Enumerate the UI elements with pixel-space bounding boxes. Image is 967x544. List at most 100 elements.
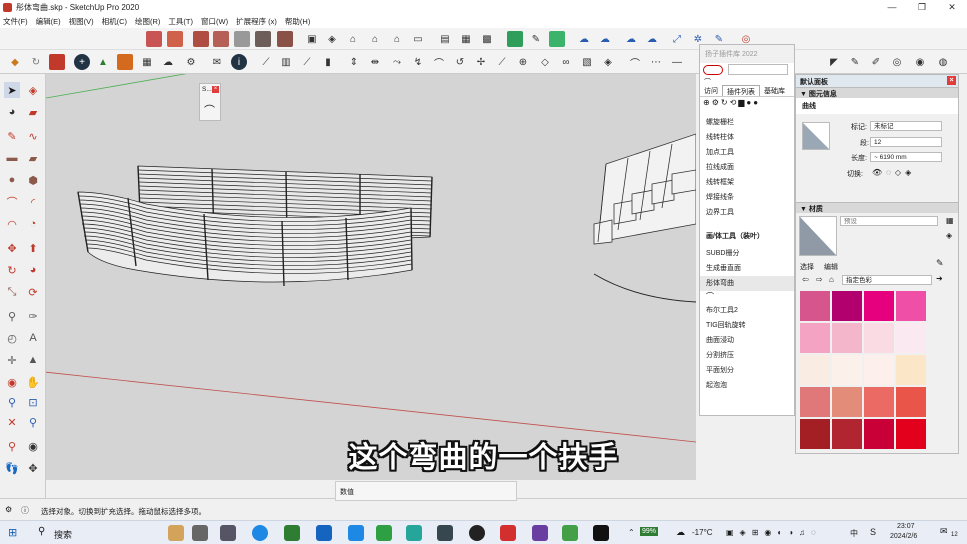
app-icon[interactable] [376,525,392,541]
plugin-item[interactable]: 螺旋栅栏 [700,115,794,130]
refresh-icon[interactable]: ↻ [28,54,44,70]
app-icon[interactable] [406,525,422,541]
app-icon[interactable] [469,525,485,541]
material-swatch[interactable] [800,355,830,385]
target-icon[interactable]: ◉ [912,54,928,70]
arc-tool-icon[interactable]: ⌒ [4,194,20,210]
grid-icon[interactable]: ▦ [458,31,474,47]
arc-icon[interactable]: ⌒ [627,54,643,70]
edge-icon[interactable] [252,525,268,541]
entity-info-header[interactable]: ▼ 图元信息 [796,87,958,98]
diamond-icon[interactable]: ◇ [537,54,553,70]
plugin-item[interactable]: 布尔工具2 [700,303,794,318]
circle-tool-icon[interactable]: ● [4,172,20,188]
follow-me-icon[interactable]: ◕ [25,262,41,278]
plugin-item[interactable]: SUBD栅分 [700,246,794,261]
tray-close-button[interactable]: × [947,76,956,85]
expand-icon[interactable]: ⤢ [669,31,685,47]
frame-icon[interactable]: ▭ [410,31,426,47]
back-arrow-icon[interactable]: ⇦ [802,275,809,284]
bucket-icon[interactable] [49,54,65,70]
capcut-icon[interactable] [593,525,609,541]
material-swatch[interactable] [832,291,862,321]
battery-indicator[interactable]: 99% [640,527,659,536]
link-icon[interactable]: ∞ [558,54,574,70]
curve-icon[interactable]: ↺ [452,54,468,70]
layer-icon[interactable]: ◆ [7,54,23,70]
plugin-item[interactable]: 线转框架 [700,175,794,190]
menu-edit[interactable]: 编辑(E) [36,16,61,27]
notification-icon[interactable]: ✉ [940,526,948,537]
rotated-rectangle-icon[interactable]: ▰ [25,150,41,166]
material-swatch[interactable] [896,387,926,417]
3d-text-icon[interactable]: ▲ [25,352,41,368]
pie-icon[interactable]: ◔ [25,216,41,232]
split-icon[interactable]: ⇹ [367,54,383,70]
geo-location-icon[interactable]: ⚙ [5,505,12,514]
close-button[interactable]: ✕ [937,0,967,14]
details-arrow-icon[interactable]: ➜ [936,274,943,283]
plugin-item[interactable]: 分割挤压 [700,348,794,363]
material-swatch[interactable] [864,323,894,353]
tray-overflow-icon[interactable]: ⌃ [628,528,635,537]
freehand-icon[interactable]: ∿ [25,128,41,144]
material-swatch[interactable] [864,387,894,417]
eraser-icon[interactable]: ▰ [25,104,41,120]
app-icon[interactable] [348,525,364,541]
plugin-item[interactable]: 平面划分 [700,363,794,378]
slash-icon[interactable]: ⟋ [299,54,315,70]
menu-tools[interactable]: 工具(T) [168,16,193,27]
material-swatch[interactable] [832,323,862,353]
clock-time[interactable]: 23:07 [897,523,915,530]
pen-icon[interactable]: ✎ [847,54,863,70]
zoom-extents-icon[interactable]: ✕ [4,414,20,430]
model-viewport[interactable] [46,74,696,480]
pencil-icon[interactable]: ✎ [4,128,20,144]
tab-visit[interactable]: 访问 [700,85,722,96]
add-circle-icon[interactable]: + [74,54,90,70]
polygon-icon[interactable]: ⬢ [25,172,41,188]
plugin-item[interactable]: TIG回轨旋转 [700,318,794,333]
move-icon[interactable]: ✥ [4,240,20,256]
plugin-item-selected[interactable]: 彤体弯曲 [700,276,794,291]
protractor-icon[interactable]: ◴ [4,330,20,346]
arrows-icon[interactable]: ⇕ [346,54,362,70]
tab-select[interactable]: 选择 [800,262,814,272]
bend-icon[interactable]: ↯ [410,54,426,70]
menu-file[interactable]: 文件(F) [3,16,28,27]
system-tray-icons[interactable]: ▣◈⊞◉◐◑♫◌ [726,528,822,537]
material-swatch[interactable] [896,291,926,321]
plugin-item[interactable]: 线转柱体 [700,130,794,145]
app-icon[interactable] [532,525,548,541]
orbit-icon[interactable]: ◉ [4,374,20,390]
start-icon[interactable]: ⊞ [8,526,17,539]
dropper-icon[interactable]: ✎ [936,258,944,269]
material-swatch[interactable] [800,387,830,417]
task-view-icon[interactable] [220,525,236,541]
component-icon[interactable]: ◈ [324,31,340,47]
plugin-icon[interactable] [277,31,293,47]
plugin-icon[interactable] [213,31,229,47]
node-icon[interactable]: ⊕ [515,54,531,70]
menu-window[interactable]: 窗口(W) [201,16,228,27]
material-swatch[interactable] [864,355,894,385]
paint-icon[interactable] [549,31,565,47]
plugin-icon[interactable] [193,31,209,47]
branch-icon[interactable]: ⤳ [389,54,405,70]
dots-icon[interactable]: ⋯ [648,54,664,70]
home-icon[interactable]: ⌂ [829,275,834,284]
tab-plugin-list[interactable]: 插件列表 [722,85,760,96]
arc-3pt-icon[interactable]: ◠ [4,216,20,232]
language-indicator[interactable]: 中 [850,528,858,539]
plugin-icon[interactable] [234,31,250,47]
plugin-item[interactable]: 焊接线条 [700,190,794,205]
material-swatch[interactable] [864,291,894,321]
credits-icon[interactable]: ⓘ [21,505,29,516]
stack-icon[interactable]: ◈ [600,54,616,70]
text-tool-icon[interactable]: A [25,330,41,346]
house-icon[interactable]: ⌂ [367,31,383,47]
house-outline-icon[interactable]: ⌂ [389,31,405,47]
menu-extensions[interactable]: 扩展程序 (x) [236,16,277,27]
search-icon[interactable]: ⚲ [38,526,45,537]
rotate-icon[interactable]: ↻ [4,262,20,278]
